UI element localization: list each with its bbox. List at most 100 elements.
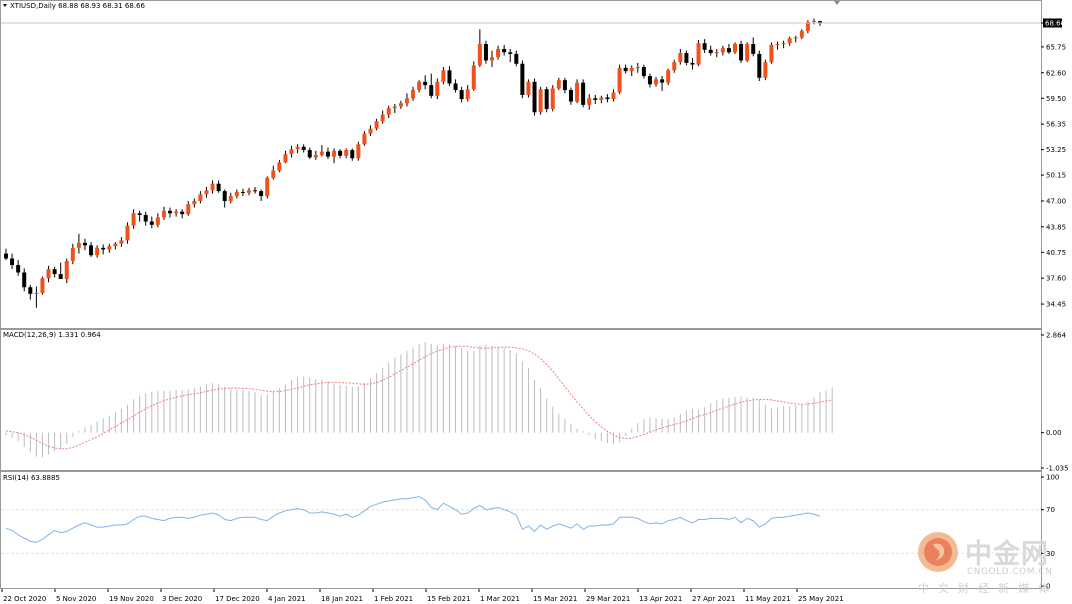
bull-candle: [526, 81, 531, 95]
bull-candle: [186, 204, 191, 215]
bull-candle: [192, 200, 197, 205]
bull-candle: [490, 57, 494, 61]
bull-candle: [781, 43, 786, 45]
bear-candle: [259, 191, 264, 197]
bull-candle: [550, 88, 555, 109]
bull-candle: [678, 53, 683, 63]
trading-chart[interactable]: 68.66 65.75 62.60 59.50 56.35 53.25 50.15 47.00…: [0, 0, 1072, 604]
macd-tick-label: -1.035: [1046, 465, 1069, 473]
bear-candle: [143, 214, 148, 222]
bull-candle: [344, 150, 349, 156]
price-tick-label: 37.60: [1046, 275, 1066, 283]
bear-candle: [623, 67, 628, 72]
bull-candle: [64, 260, 69, 280]
bear-candle: [325, 151, 330, 157]
bull-candle: [666, 70, 671, 83]
bear-candle: [757, 53, 762, 78]
price-tick-label: 50.15: [1046, 172, 1066, 180]
bull-candle: [696, 43, 701, 65]
bear-candle: [338, 150, 343, 156]
bear-candle: [532, 81, 537, 113]
bear-candle: [429, 85, 434, 96]
bull-candle: [362, 133, 367, 145]
bull-candle: [70, 247, 75, 261]
bear-candle: [508, 52, 513, 54]
x-tick-label: 11 May 2021: [745, 595, 791, 603]
x-tick-label: 27 Apr 2021: [692, 595, 735, 603]
bull-candle: [811, 21, 816, 23]
bull-candle: [404, 98, 409, 104]
bear-candle: [168, 210, 173, 214]
bull-candle: [319, 151, 324, 155]
bull-candle: [125, 225, 130, 241]
symbol-dropdown-icon[interactable]: [3, 4, 7, 7]
rsi-tick-label: 30: [1046, 550, 1055, 558]
rsi-y-axis: 100 70 30 0: [1041, 474, 1059, 591]
x-tick-label: 22 Oct 2020: [3, 595, 46, 603]
bear-candle: [28, 287, 33, 294]
bear-candle: [4, 253, 8, 259]
bull-candle: [775, 44, 780, 46]
price-tick-label: 34.45: [1046, 301, 1066, 309]
bear-candle: [101, 247, 106, 250]
bull-candle: [40, 278, 45, 293]
bull-candle: [228, 196, 233, 201]
bear-candle: [58, 274, 63, 280]
bear-candle: [562, 80, 567, 91]
bull-candle: [34, 292, 39, 294]
bull-candle: [380, 114, 385, 122]
time-x-axis: 22 Oct 2020 5 Nov 2020 19 Nov 2020 3 Dec 20…: [1, 589, 844, 603]
bull-candle: [471, 65, 476, 90]
bull-candle: [392, 106, 397, 109]
bear-candle: [459, 90, 464, 100]
bear-candle: [684, 53, 689, 63]
x-tick-label: 18 Jan 2021: [321, 595, 363, 603]
last-price-label: 68.66: [1045, 20, 1066, 28]
bear-candle: [483, 44, 488, 61]
x-tick-label: 25 May 2021: [798, 595, 844, 603]
bear-candle: [222, 191, 227, 201]
bull-candle: [575, 82, 580, 102]
bear-candle: [581, 82, 586, 105]
bull-candle: [538, 89, 543, 113]
bear-candle: [660, 79, 665, 83]
price-tick-label: 47.00: [1046, 197, 1066, 205]
price-tick-label: 56.35: [1046, 121, 1066, 129]
bear-candle: [739, 44, 744, 61]
bull-candle: [107, 246, 112, 250]
bull-candle: [76, 242, 81, 248]
bull-candle: [283, 154, 288, 163]
macd-title: MACD(12,26,9) 1.331 0.964: [3, 331, 101, 339]
x-tick-label: 29 Mar 2021: [586, 595, 630, 603]
bull-candle: [477, 44, 482, 66]
bear-candle: [514, 53, 519, 64]
bear-candle: [350, 150, 355, 159]
bear-candle: [502, 48, 507, 53]
price-y-axis: 68.66 65.75 62.60 59.50 56.35 53.25 50.15 47.00…: [1041, 18, 1066, 309]
price-tick-label: 43.85: [1046, 223, 1066, 231]
bull-candle: [787, 38, 792, 44]
rsi-level-lines: [1, 509, 1041, 554]
x-tick-label: 4 Jan 2021: [268, 595, 306, 603]
price-tick-label: 59.50: [1046, 95, 1066, 103]
bull-candle: [417, 81, 422, 91]
price-tick-label: 65.75: [1046, 43, 1066, 51]
chart-shift-marker-icon[interactable]: [834, 1, 840, 5]
x-tick-label: 15 Mar 2021: [533, 595, 577, 603]
bull-candle: [174, 211, 179, 214]
price-tick-label: 40.75: [1046, 249, 1066, 257]
price-tick-label: 53.25: [1046, 146, 1066, 154]
bull-candle: [793, 37, 798, 39]
bear-candle: [423, 81, 428, 86]
bull-candle: [629, 67, 634, 72]
bull-candle: [587, 98, 592, 105]
bear-candle: [751, 44, 756, 54]
bear-candle: [301, 146, 306, 151]
bull-candle: [635, 67, 640, 69]
bull-candle: [46, 269, 51, 279]
bull-candle: [617, 67, 622, 93]
bull-candle: [356, 144, 361, 159]
bear-candle: [647, 76, 652, 85]
bear-candle: [216, 183, 221, 192]
macd-tick-label: 0.00: [1046, 429, 1062, 437]
